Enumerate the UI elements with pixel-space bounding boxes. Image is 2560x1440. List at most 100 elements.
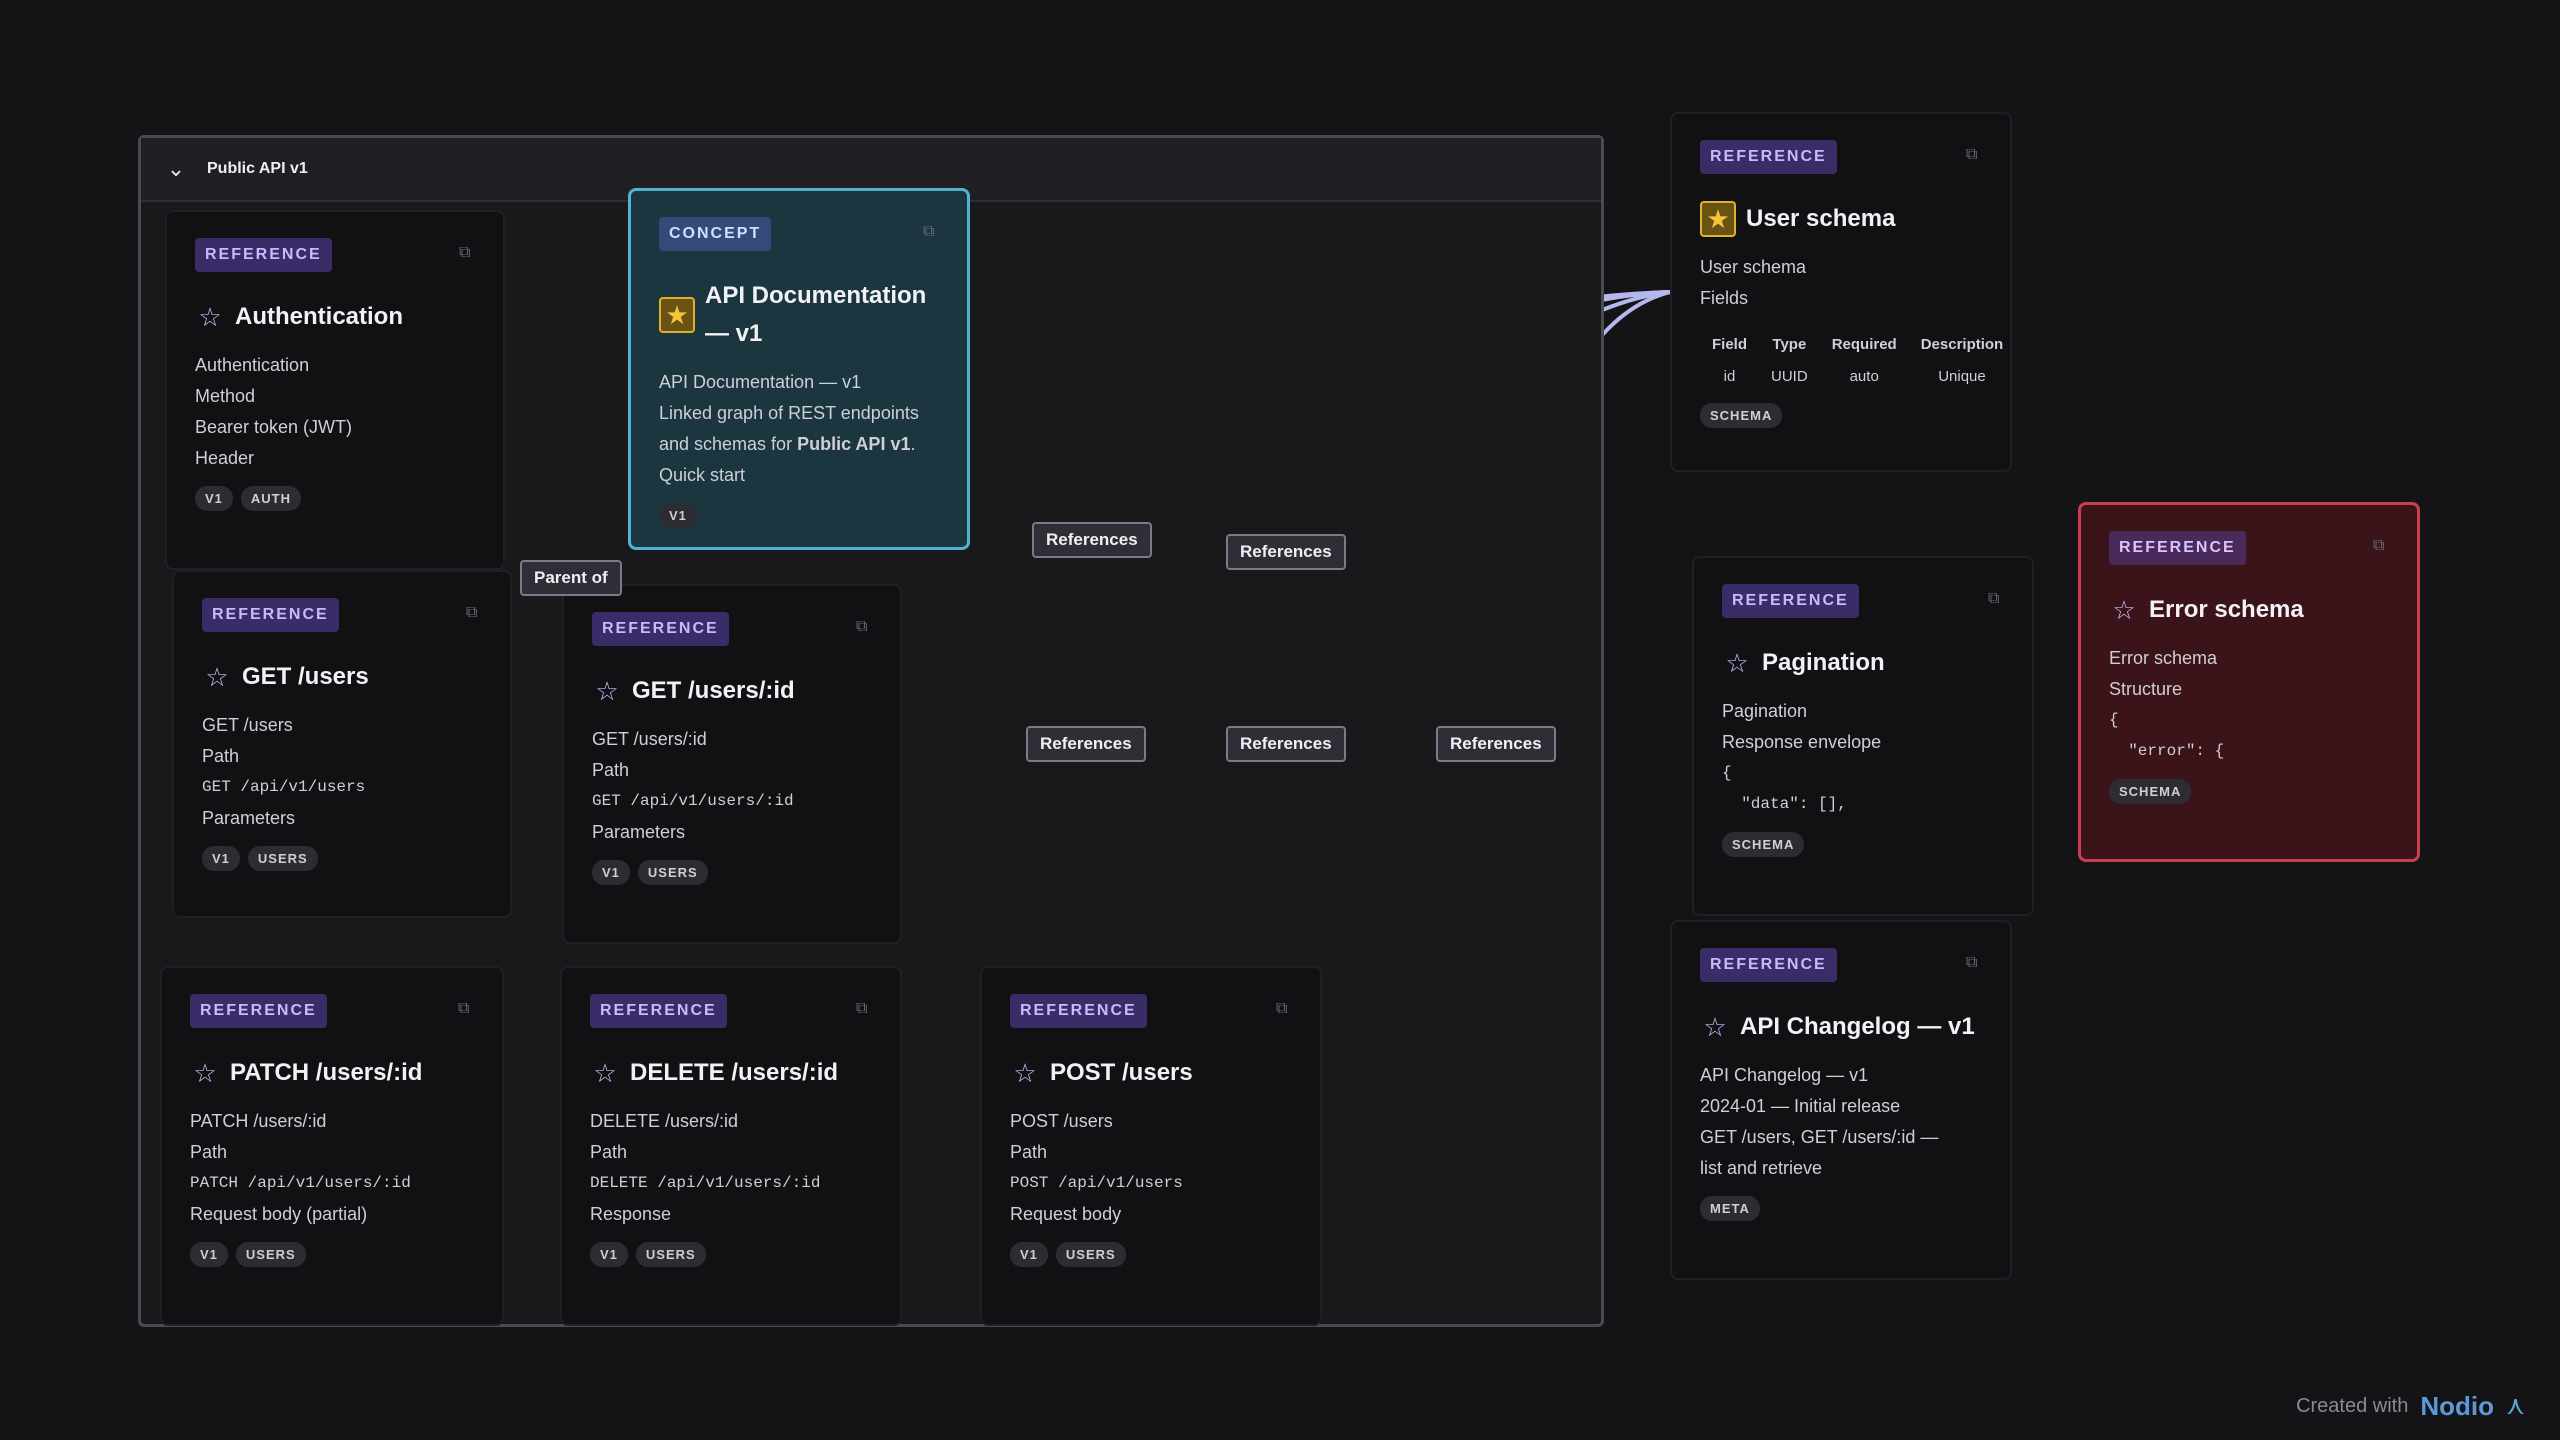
tag-chip[interactable]: V1 <box>659 503 697 528</box>
star-icon[interactable]: ☆ <box>2109 595 2139 625</box>
card-line: GET /users <box>202 715 293 735</box>
card-title: API Changelog — v1 <box>1740 1013 1975 1040</box>
tag-chip[interactable]: USERS <box>635 1242 706 1267</box>
card-line: Method <box>195 386 256 406</box>
card-body: GET /users Path GET /api/v1/users Parame… <box>202 710 482 834</box>
open-external-icon[interactable]: ⧉ <box>458 1000 476 1018</box>
tag-chip[interactable]: V1 <box>190 1242 228 1267</box>
card-user-schema[interactable]: REFERENCE ⧉ ★ User schema User schema Fie… <box>1670 112 2012 472</box>
card-api-documentation[interactable]: CONCEPT ⧉ ★ API Documentation — v1 API Do… <box>628 188 970 550</box>
open-external-icon[interactable]: ⧉ <box>1988 590 2006 608</box>
tag-chip[interactable]: AUTH <box>240 486 302 511</box>
card-type-badge: REFERENCE <box>592 612 729 646</box>
open-external-icon[interactable]: ⧉ <box>1966 146 1984 164</box>
card-line: Pagination <box>1722 701 1808 721</box>
card-code: PATCH /api/v1/users/:id <box>190 1174 411 1192</box>
card-line: Response envelope <box>1722 732 1882 752</box>
edge-label-references[interactable]: References <box>1032 522 1152 558</box>
tag-chip[interactable]: V1 <box>202 846 240 871</box>
chevron-down-icon[interactable]: ⌄ <box>163 156 189 182</box>
star-icon[interactable]: ☆ <box>592 676 622 706</box>
card-body: Pagination Response envelope { "data": [… <box>1722 696 2004 820</box>
card-title: PATCH /users/:id <box>230 1059 423 1086</box>
star-icon[interactable]: ★ <box>1700 201 1736 237</box>
card-api-changelog[interactable]: REFERENCE ⧉ ☆ API Changelog — v1 API Chan… <box>1670 920 2012 1280</box>
star-icon[interactable]: ☆ <box>590 1058 620 1088</box>
star-icon[interactable]: ☆ <box>1010 1058 1040 1088</box>
card-body: Error schema Structure { "error": { <box>2109 643 2389 767</box>
open-external-icon[interactable]: ⧉ <box>1276 1000 1294 1018</box>
card-line: 2024-01 — Initial release <box>1700 1096 1901 1116</box>
open-external-icon[interactable]: ⧉ <box>459 244 477 262</box>
open-external-icon[interactable]: ⧉ <box>856 1000 874 1018</box>
card-body: User schema Fields <box>1700 252 1982 314</box>
card-type-badge: REFERENCE <box>1722 584 1859 618</box>
tag-chip[interactable]: SCHEMA <box>1700 403 1783 428</box>
table-cell: UUID <box>1771 368 1808 385</box>
tag-chip[interactable]: V1 <box>590 1242 628 1267</box>
edge-label-references[interactable]: References <box>1436 726 1556 762</box>
open-external-icon[interactable]: ⧉ <box>856 618 874 636</box>
star-icon[interactable]: ☆ <box>1722 648 1752 678</box>
open-external-icon[interactable]: ⧉ <box>923 223 941 241</box>
star-icon[interactable]: ☆ <box>190 1058 220 1088</box>
open-external-icon[interactable]: ⧉ <box>2373 537 2391 555</box>
tag-chip[interactable]: USERS <box>247 846 318 871</box>
card-body: Authentication Method Bearer token (JWT)… <box>195 350 475 474</box>
star-icon[interactable]: ★ <box>659 297 695 333</box>
edge-label-references[interactable]: References <box>1226 534 1346 570</box>
card-get-users[interactable]: REFERENCE ⧉ ☆ GET /users GET /users Path … <box>172 570 512 918</box>
tag-chip[interactable]: USERS <box>1055 1242 1126 1267</box>
open-external-icon[interactable]: ⧉ <box>466 604 484 622</box>
table-cell: Unique <box>1938 368 1986 385</box>
card-delete-user[interactable]: REFERENCE ⧉ ☆ DELETE /users/:id DELETE /u… <box>560 966 902 1326</box>
card-get-user-by-id[interactable]: REFERENCE ⧉ ☆ GET /users/:id GET /users/:… <box>562 584 902 944</box>
edge-label-references[interactable]: References <box>1226 726 1346 762</box>
table-header: Type <box>1772 336 1807 353</box>
card-line: Response <box>590 1204 672 1224</box>
tag-chip[interactable]: V1 <box>592 860 630 885</box>
card-post-users[interactable]: REFERENCE ⧉ ☆ POST /users POST /users Pat… <box>980 966 1322 1326</box>
card-title: User schema <box>1746 205 1896 232</box>
tag-chip[interactable]: SCHEMA <box>1722 832 1805 857</box>
table-cell: auto <box>1849 368 1879 385</box>
tag-chip[interactable]: META <box>1700 1196 1760 1221</box>
star-icon[interactable]: ☆ <box>195 302 225 332</box>
card-line: GET /users, GET /users/:id — <box>1700 1127 1939 1147</box>
card-line: Request body <box>1010 1204 1122 1224</box>
card-patch-user[interactable]: REFERENCE ⧉ ☆ PATCH /users/:id PATCH /use… <box>160 966 504 1326</box>
tag-chip[interactable]: SCHEMA <box>2109 779 2192 804</box>
card-line: Path <box>1010 1142 1048 1162</box>
card-type-badge: REFERENCE <box>190 994 327 1028</box>
tag-chip[interactable]: USERS <box>235 1242 306 1267</box>
brand-name[interactable]: Nodio <box>2420 1391 2494 1422</box>
card-code: { <box>2109 711 2119 729</box>
card-body: API Documentation — v1 Linked graph of R… <box>659 367 939 491</box>
graph-canvas[interactable]: ⌄ Public API v1 REFERENCE ⧉ ☆ Authenticat… <box>0 0 2560 1440</box>
card-line: Parameters <box>592 822 686 842</box>
card-code: GET /api/v1/users/:id <box>592 792 794 810</box>
table-cell: id <box>1723 368 1736 385</box>
card-line: User schema <box>1700 257 1807 277</box>
card-code: DELETE /api/v1/users/:id <box>590 1174 821 1192</box>
card-pagination[interactable]: REFERENCE ⧉ ☆ Pagination Pagination Respo… <box>1692 556 2034 916</box>
table-header: Description <box>1920 336 2004 353</box>
edge-label-references[interactable]: References <box>1026 726 1146 762</box>
tag-chip[interactable]: USERS <box>637 860 708 885</box>
card-code: "data": [], <box>1722 795 1847 813</box>
footer-attribution[interactable]: Created with Nodio ⋏ <box>2296 1390 2538 1422</box>
star-icon[interactable]: ☆ <box>202 662 232 692</box>
card-type-badge: REFERENCE <box>1700 140 1837 174</box>
open-external-icon[interactable]: ⧉ <box>1966 954 1984 972</box>
card-title: Error schema <box>2149 596 2304 623</box>
tag-chip[interactable]: V1 <box>195 486 233 511</box>
tag-chip[interactable]: V1 <box>1010 1242 1048 1267</box>
card-line: Path <box>592 760 630 780</box>
star-icon[interactable]: ☆ <box>1700 1012 1730 1042</box>
card-line: API Documentation — v1 <box>659 372 862 392</box>
card-body: API Changelog — v1 2024-01 — Initial rel… <box>1700 1060 1982 1184</box>
card-authentication[interactable]: REFERENCE ⧉ ☆ Authentication Authenticati… <box>165 210 505 570</box>
card-code: GET /api/v1/users <box>202 778 366 796</box>
card-error-schema[interactable]: REFERENCE ⧉ ☆ Error schema Error schema S… <box>2078 502 2420 862</box>
edge-label-parent-of[interactable]: Parent of <box>520 560 622 596</box>
